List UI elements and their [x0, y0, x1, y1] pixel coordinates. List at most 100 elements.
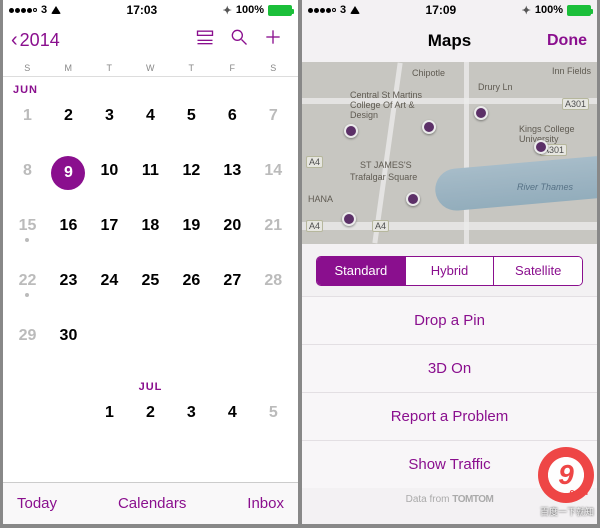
option-3d-on[interactable]: 3D On	[302, 344, 597, 392]
calendar-day[interactable]: 26	[171, 264, 212, 319]
inbox-button[interactable]: Inbox	[247, 495, 284, 512]
today-button[interactable]: Today	[17, 495, 57, 512]
option-traffic[interactable]: Show Traffic	[302, 440, 597, 488]
signal-dots-icon	[308, 8, 336, 13]
weekday: T	[89, 60, 130, 76]
calendar-day[interactable]: 7	[253, 99, 294, 154]
road-label: A4	[306, 220, 323, 232]
view-toggle-button[interactable]	[188, 27, 222, 53]
day-number: 9	[51, 156, 85, 190]
back-year-label: 2014	[20, 30, 60, 51]
calendar-day[interactable]: 5	[171, 99, 212, 154]
day-number: 2	[64, 107, 73, 125]
battery-pct: 100%	[236, 4, 264, 16]
calendar-day[interactable]: 3	[171, 396, 212, 432]
calendar-day[interactable]: 2	[130, 396, 171, 432]
signal-dots-icon	[9, 8, 37, 13]
status-time: 17:03	[127, 3, 158, 17]
bluetooth-icon: ✦	[223, 4, 232, 17]
map-pin-icon	[422, 120, 436, 134]
done-button[interactable]: Done	[547, 32, 587, 50]
weekday: T	[171, 60, 212, 76]
search-button[interactable]	[222, 27, 256, 53]
day-number: 4	[146, 107, 155, 125]
calendars-button[interactable]: Calendars	[118, 495, 186, 512]
calendar-day[interactable]: 8	[7, 154, 48, 209]
battery-icon	[268, 5, 292, 16]
calendar-day[interactable]: 12	[171, 154, 212, 209]
calendar-day[interactable]: 17	[89, 209, 130, 264]
calendar-grid-jul: 12345	[3, 396, 298, 432]
calendar-day[interactable]: 23	[48, 264, 89, 319]
calendar-day[interactable]: 30	[48, 319, 89, 374]
calendar-app-screen: 3 17:03 ✦ 100% ‹ 2014	[3, 0, 298, 524]
day-number: 2	[146, 404, 155, 422]
calendar-day[interactable]: 18	[130, 209, 171, 264]
calendar-day[interactable]: 1	[7, 99, 48, 154]
calendar-day[interactable]: 4	[130, 99, 171, 154]
calendar-day[interactable]: 20	[212, 209, 253, 264]
segment-satellite[interactable]: Satellite	[493, 257, 582, 285]
map-pin-icon	[474, 106, 488, 120]
poi-label: Inn Fields	[552, 66, 591, 76]
map-preview[interactable]: A4 A301 A4 A301 A4 Chipotle Central St M…	[302, 62, 597, 244]
back-button[interactable]: ‹ 2014	[11, 29, 60, 52]
calendar-day[interactable]: 28	[253, 264, 294, 319]
calendar-day[interactable]: 25	[130, 264, 171, 319]
calendar-day[interactable]: 27	[212, 264, 253, 319]
calendar-day[interactable]: 4	[212, 396, 253, 432]
poi-label: HANA	[308, 194, 333, 204]
segment-hybrid[interactable]: Hybrid	[405, 257, 494, 285]
day-number: 15	[19, 217, 37, 235]
month-label: JUN	[3, 77, 298, 99]
poi-label: Kings College University	[519, 124, 589, 144]
day-number: 8	[23, 162, 32, 180]
calendar-day	[212, 319, 253, 374]
next-month-label: JUL	[3, 374, 298, 396]
calendar-day[interactable]: 16	[48, 209, 89, 264]
day-number: 6	[228, 107, 237, 125]
calendar-day[interactable]: 13	[212, 154, 253, 209]
add-event-button[interactable]	[256, 27, 290, 53]
calendar-grid-jun: 1234567891011121314151617181920212223242…	[3, 99, 298, 374]
calendar-day[interactable]: 11	[130, 154, 171, 209]
calendar-day[interactable]: 15	[7, 209, 48, 264]
calendar-day[interactable]: 3	[89, 99, 130, 154]
day-number: 30	[60, 327, 78, 345]
calendar-day[interactable]: 24	[89, 264, 130, 319]
maps-nav: Maps Done	[302, 20, 597, 62]
road-label: A301	[562, 98, 589, 110]
calendar-day[interactable]: 21	[253, 209, 294, 264]
calendar-day[interactable]: 14	[253, 154, 294, 209]
option-drop-pin[interactable]: Drop a Pin	[302, 296, 597, 344]
road-label: A4	[306, 156, 323, 168]
day-number: 16	[60, 217, 78, 235]
chevron-left-icon: ‹	[11, 29, 18, 52]
day-number: 18	[141, 217, 159, 235]
battery-pct: 100%	[535, 4, 563, 16]
search-icon	[229, 27, 249, 47]
map-pin-icon	[342, 212, 356, 226]
calendar-day[interactable]: 1	[89, 396, 130, 432]
day-number: 26	[182, 272, 200, 290]
calendar-day[interactable]: 9	[48, 154, 89, 209]
battery-icon	[567, 5, 591, 16]
weekday: W	[130, 60, 171, 76]
segment-standard[interactable]: Standard	[317, 257, 405, 285]
event-dot-icon	[25, 293, 29, 297]
calendar-day[interactable]: 29	[7, 319, 48, 374]
calendar-day[interactable]: 22	[7, 264, 48, 319]
day-number: 1	[23, 107, 32, 125]
poi-label: Trafalgar Square	[350, 172, 417, 182]
calendar-day[interactable]: 19	[171, 209, 212, 264]
day-number: 23	[60, 272, 78, 290]
poi-label: River Thames	[517, 182, 573, 192]
calendar-day[interactable]: 2	[48, 99, 89, 154]
day-number: 10	[101, 162, 119, 180]
calendar-day[interactable]: 6	[212, 99, 253, 154]
option-report[interactable]: Report a Problem	[302, 392, 597, 440]
list-view-icon	[195, 27, 215, 47]
calendar-day[interactable]: 10	[89, 154, 130, 209]
calendar-day[interactable]: 5	[253, 396, 294, 432]
map-pin-icon	[534, 140, 548, 154]
